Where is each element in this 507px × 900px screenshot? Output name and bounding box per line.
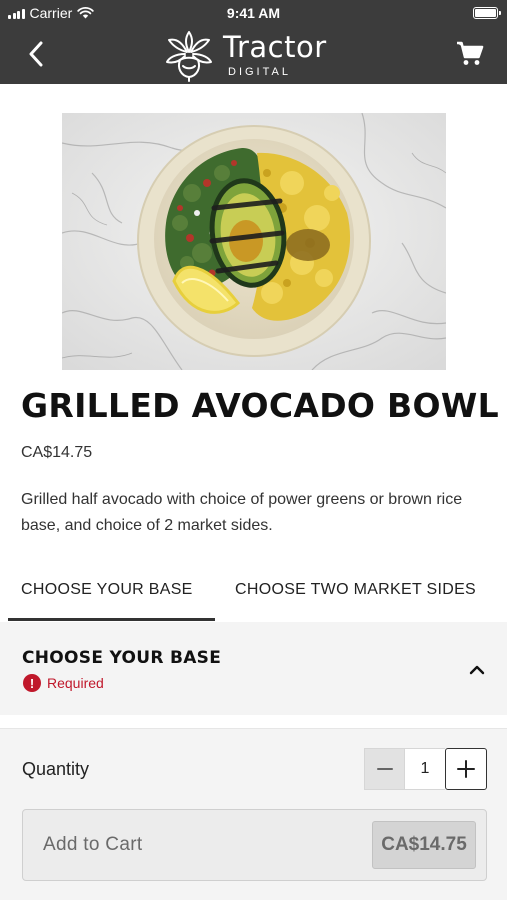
required-label: Required [47,675,104,691]
tab-choose-two-market-sides[interactable]: CHOOSE TWO MARKET SIDES [235,560,476,620]
base-section-header[interactable]: CHOOSE YOUR BASE ! Required [0,622,507,715]
option-tabs: CHOOSE YOUR BASE CHOOSE TWO MARKET SIDES [0,560,507,622]
quantity-stepper: 1 [364,748,487,790]
status-bar: Carrier 9:41 AM [0,0,507,26]
order-panel: Quantity 1 Add to Cart CA$14.75 [0,729,507,900]
divider [0,715,507,729]
decrease-quantity-button[interactable] [364,748,405,790]
product-title: GRILLED AVOCADO BOWL [21,386,499,425]
required-badge: ! Required [23,674,104,692]
back-button[interactable] [18,36,54,72]
brand-subtitle: DIGITAL [228,66,291,78]
beet-logo-icon [166,31,212,82]
quantity-value[interactable]: 1 [405,748,445,790]
brand-name: Tractor [223,30,327,64]
active-tab-indicator [8,618,215,621]
quantity-label: Quantity [22,759,90,779]
cart-icon [457,41,484,65]
brand-logo: Tractor DIGITAL [165,26,345,84]
cart-button[interactable] [455,38,485,68]
alert-icon: ! [23,674,41,692]
battery-icon [473,7,501,19]
tab-choose-your-base[interactable]: CHOOSE YOUR BASE [21,560,193,620]
product-description: Grilled half avocado with choice of powe… [21,491,463,534]
status-time: 9:41 AM [226,5,281,21]
product-image [62,113,446,370]
collapse-button[interactable] [465,658,489,682]
chevron-up-icon [469,665,485,675]
product-price: CA$14.75 [21,444,93,461]
plus-icon [457,760,475,778]
minus-icon [376,768,393,770]
add-to-cart-price: CA$14.75 [372,821,476,869]
nav-bar: Tractor DIGITAL [0,26,507,84]
increase-quantity-button[interactable] [445,748,487,790]
chevron-left-icon [29,41,43,67]
section-title: CHOOSE YOUR BASE [22,648,222,668]
add-to-cart-label: Add to Cart [43,834,143,855]
add-to-cart-button[interactable]: Add to Cart CA$14.75 [22,809,487,881]
